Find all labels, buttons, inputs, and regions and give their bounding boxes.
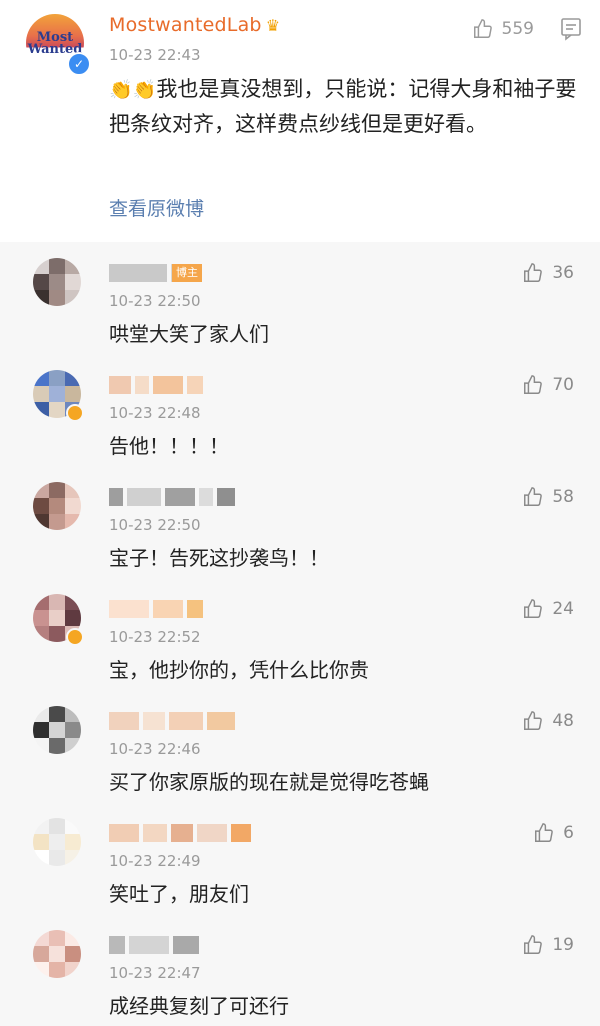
like-button[interactable]: 19 xyxy=(522,934,574,956)
comment-text: 买了你家原版的现在就是觉得吃苍蝇 xyxy=(109,770,429,794)
like-button[interactable]: 559 xyxy=(472,18,534,40)
comment-text: 哄堂大笑了家人们 xyxy=(109,322,269,346)
post-time: 10-23 22:43 xyxy=(109,46,201,64)
like-count: 559 xyxy=(501,19,534,39)
thumbs-up-icon xyxy=(524,935,543,954)
weibo-comment-page: Most Wanted ✓ MostwantedLab ♛ 10-23 22:43… xyxy=(0,0,600,1026)
comment-text: 笑吐了，朋友们 xyxy=(109,882,249,906)
view-original-link[interactable]: 查看原微博 xyxy=(109,194,204,221)
comment-text: 宝子！告死这抄袭鸟！！ xyxy=(109,546,329,570)
crown-icon: ♛ xyxy=(265,16,281,35)
comment-text: 宝，他抄你的，凭什么比你贵 xyxy=(109,658,369,682)
thumbs-up-icon xyxy=(524,599,543,618)
like-button[interactable]: 6 xyxy=(533,822,574,844)
username-blurred[interactable] xyxy=(109,488,235,506)
like-count: 48 xyxy=(552,711,574,731)
like-count: 36 xyxy=(552,263,574,283)
comment-text: 告他！！！！ xyxy=(109,434,229,458)
thumbs-up-icon xyxy=(524,487,543,506)
avatar[interactable] xyxy=(33,482,81,530)
like-count: 58 xyxy=(552,487,574,507)
username-blurred[interactable] xyxy=(109,936,199,954)
like-button[interactable]: 70 xyxy=(522,374,574,396)
comment-item[interactable]: 10-23 22:46 买了你家原版的现在就是觉得吃苍蝇 48 xyxy=(0,690,600,802)
username-blurred[interactable] xyxy=(109,712,235,730)
blogger-tag: 博主 xyxy=(172,264,202,282)
comment-time: 10-23 22:48 xyxy=(109,404,201,422)
comment-time: 10-23 22:46 xyxy=(109,740,201,758)
comment-time: 10-23 22:50 xyxy=(109,292,201,310)
like-button[interactable]: 58 xyxy=(522,486,574,508)
thumbs-up-icon xyxy=(524,263,543,282)
avatar[interactable] xyxy=(33,930,81,978)
avatar[interactable] xyxy=(33,258,81,306)
thumbs-up-icon xyxy=(524,711,543,730)
thumbs-up-icon xyxy=(473,19,492,38)
comment-item[interactable]: 10-23 22:47 成经典复刻了可还行 19 xyxy=(0,914,600,1026)
comment-item[interactable]: 10-23 22:49 笑吐了，朋友们 6 xyxy=(0,802,600,914)
avatar[interactable] xyxy=(33,706,81,754)
avatar[interactable] xyxy=(33,818,81,866)
post-text: 👏👏我也是真没想到，只能说：记得大身和袖子要把条纹对齐，这样费点纱线但是更好看。 xyxy=(109,77,577,136)
comment-list: 博主 10-23 22:50 哄堂大笑了家人们 36 10-23 22:48 告他！！！！… xyxy=(0,242,600,1026)
username[interactable]: MostwantedLab ♛ xyxy=(109,14,280,36)
main-post: Most Wanted ✓ MostwantedLab ♛ 10-23 22:43… xyxy=(0,0,600,242)
like-count: 6 xyxy=(563,823,574,843)
thumbs-up-icon xyxy=(524,375,543,394)
verified-icon xyxy=(66,628,84,646)
comment-time: 10-23 22:50 xyxy=(109,516,201,534)
username-blurred[interactable] xyxy=(109,600,203,618)
comment-item[interactable]: 10-23 22:52 宝，他抄你的，凭什么比你贵 24 xyxy=(0,578,600,690)
username-blurred[interactable] xyxy=(109,376,203,394)
like-button[interactable]: 36 xyxy=(522,262,574,284)
comment-item[interactable]: 10-23 22:48 告他！！！！ 70 xyxy=(0,354,600,466)
like-button[interactable]: 24 xyxy=(522,598,574,620)
comment-icon[interactable] xyxy=(560,16,582,42)
like-count: 19 xyxy=(552,935,574,955)
comment-item[interactable]: 10-23 22:50 宝子！告死这抄袭鸟！！ 58 xyxy=(0,466,600,578)
comment-item[interactable]: 博主 10-23 22:50 哄堂大笑了家人们 36 xyxy=(0,242,600,354)
comment-time: 10-23 22:49 xyxy=(109,852,201,870)
username-blurred[interactable] xyxy=(109,824,251,842)
verified-icon xyxy=(66,404,84,422)
like-button[interactable]: 48 xyxy=(522,710,574,732)
comment-text: 成经典复刻了可还行 xyxy=(109,994,289,1018)
comment-time: 10-23 22:47 xyxy=(109,964,201,982)
clapping-hands-icon: 👏👏 xyxy=(109,79,157,101)
comment-time: 10-23 22:52 xyxy=(109,628,201,646)
verified-icon: ✓ xyxy=(67,52,91,76)
thumbs-up-icon xyxy=(535,823,553,842)
like-count: 70 xyxy=(552,375,574,395)
like-count: 24 xyxy=(552,599,574,619)
